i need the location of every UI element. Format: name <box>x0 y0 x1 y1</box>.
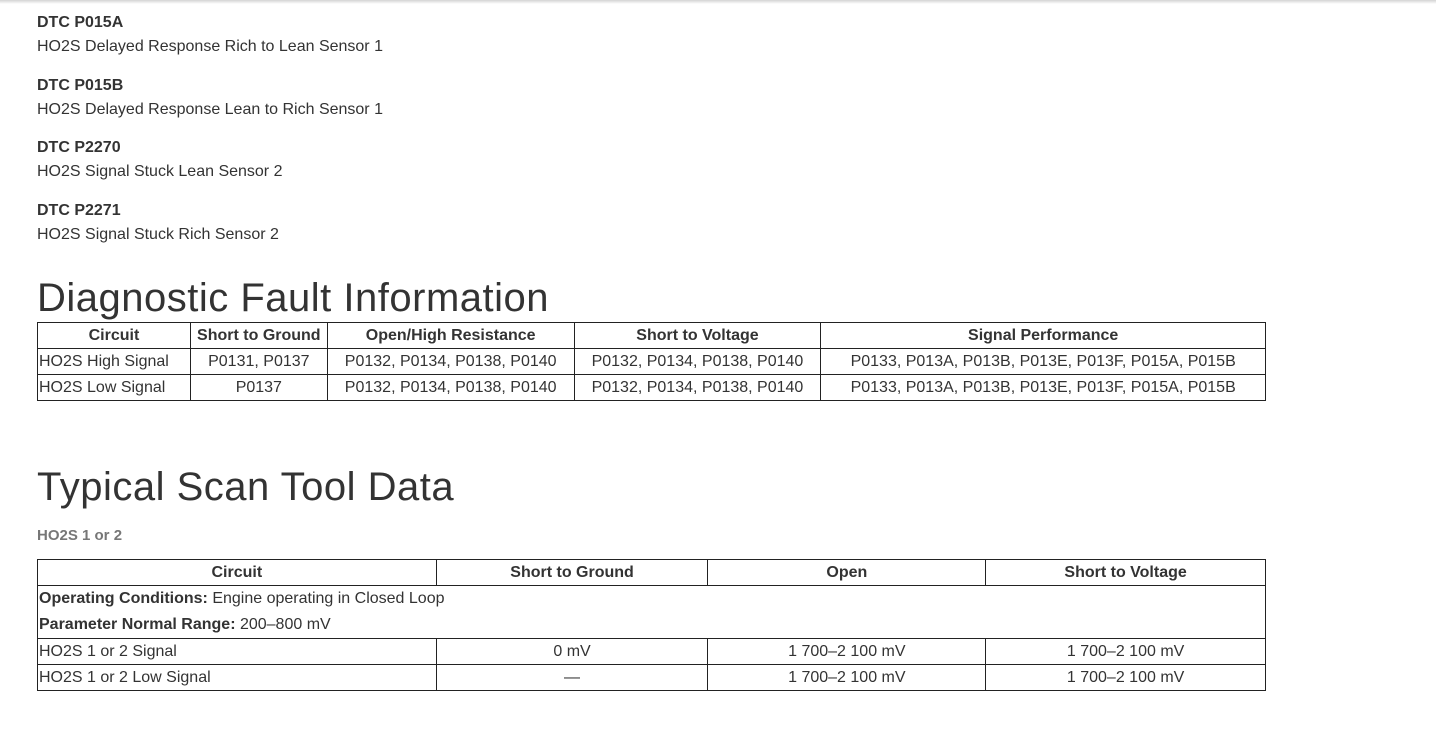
column-header: Circuit <box>37 558 437 586</box>
table-cell: P0132, P0134, P0138, P0140 <box>573 373 822 401</box>
table-cell: HO2S 1 or 2 Low Signal <box>37 663 437 691</box>
dtc-description: HO2S Delayed Response Lean to Rich Senso… <box>37 100 383 118</box>
table-row: HO2S Low Signal P0137 P0132, P0134, P013… <box>37 373 1266 401</box>
table-cell: P0137 <box>189 373 328 401</box>
table-cell: — <box>435 663 709 691</box>
operating-conditions-value: Engine operating in Closed Loop <box>207 589 445 607</box>
scan-data-heading: Typical Scan Tool Data <box>37 464 455 509</box>
table-cell: HO2S 1 or 2 Signal <box>37 637 437 665</box>
document-content: DTC P015A HO2S Delayed Response Rich to … <box>37 12 1266 691</box>
table-row: HO2S High Signal P0131, P0137 P0132, P01… <box>37 347 1266 375</box>
fault-info-heading: Diagnostic Fault Information <box>37 275 550 320</box>
dtc-description: HO2S Signal Stuck Rich Sensor 2 <box>37 225 279 243</box>
parameter-normal-range: Parameter Normal Range: 200–800 mV <box>39 612 1264 638</box>
dtc-entry: DTC P015A HO2S Delayed Response Rich to … <box>37 12 1266 75</box>
parameter-range-value: 200–800 mV <box>235 615 331 633</box>
table-cell: HO2S High Signal <box>37 347 191 375</box>
conditions-row: Operating Conditions: Engine operating i… <box>37 584 1266 639</box>
dtc-code: DTC P015B <box>37 76 124 94</box>
dtc-code: DTC P015A <box>37 14 124 31</box>
table-cell: 1 700–2 100 mV <box>707 637 987 665</box>
table-cell: 1 700–2 100 mV <box>707 663 987 691</box>
column-header: Open <box>707 558 987 586</box>
fault-info-table: Circuit Short to Ground Open/High Resist… <box>37 321 1266 401</box>
table-cell: P0131, P0137 <box>189 347 328 375</box>
column-header: Short to Ground <box>189 321 328 349</box>
table-cell: 1 700–2 100 mV <box>985 663 1266 691</box>
column-header: Short to Voltage <box>573 321 822 349</box>
table-cell: HO2S Low Signal <box>37 373 191 401</box>
column-header: Short to Ground <box>435 558 709 586</box>
dtc-description: HO2S Signal Stuck Lean Sensor 2 <box>37 163 283 180</box>
dtc-description: HO2S Delayed Response Rich to Lean Senso… <box>37 38 383 55</box>
dtc-entry: DTC P015B HO2S Delayed Response Lean to … <box>37 75 1266 138</box>
scan-data-table: Circuit Short to Ground Open Short to Vo… <box>37 558 1266 691</box>
table-header-row: Circuit Short to Ground Open Short to Vo… <box>37 558 1266 586</box>
column-header: Signal Performance <box>820 321 1266 349</box>
operating-conditions-label: Operating Conditions: <box>39 589 208 607</box>
table-cell: P0132, P0134, P0138, P0140 <box>326 373 575 401</box>
dtc-code: DTC P2270 <box>37 139 121 156</box>
dtc-entry: DTC P2270 HO2S Signal Stuck Lean Sensor … <box>37 137 1266 200</box>
table-cell: P0133, P013A, P013B, P013E, P013F, P015A… <box>820 347 1266 375</box>
table-cell: P0132, P0134, P0138, P0140 <box>326 347 575 375</box>
table-row: HO2S 1 or 2 Signal 0 mV 1 700–2 100 mV 1… <box>37 637 1266 665</box>
column-header: Short to Voltage <box>985 558 1266 586</box>
scan-data-subheading: HO2S 1 or 2 <box>37 526 123 544</box>
table-cell: P0133, P013A, P013B, P013E, P013F, P015A… <box>820 373 1266 401</box>
parameter-range-label: Parameter Normal Range: <box>39 615 236 633</box>
table-cell: 0 mV <box>435 637 709 665</box>
operating-conditions: Operating Conditions: Engine operating i… <box>39 586 1264 612</box>
conditions-cell: Operating Conditions: Engine operating i… <box>37 584 1266 639</box>
table-header-row: Circuit Short to Ground Open/High Resist… <box>37 321 1266 349</box>
table-cell: 1 700–2 100 mV <box>985 637 1266 665</box>
top-shadow <box>0 0 1436 4</box>
column-header: Open/High Resistance <box>326 321 575 349</box>
dtc-code: DTC P2271 <box>37 201 121 219</box>
column-header: Circuit <box>37 321 191 349</box>
table-row: HO2S 1 or 2 Low Signal — 1 700–2 100 mV … <box>37 663 1266 691</box>
dtc-entry: DTC P2271 HO2S Signal Stuck Rich Sensor … <box>37 200 1266 248</box>
table-cell: P0132, P0134, P0138, P0140 <box>573 347 822 375</box>
